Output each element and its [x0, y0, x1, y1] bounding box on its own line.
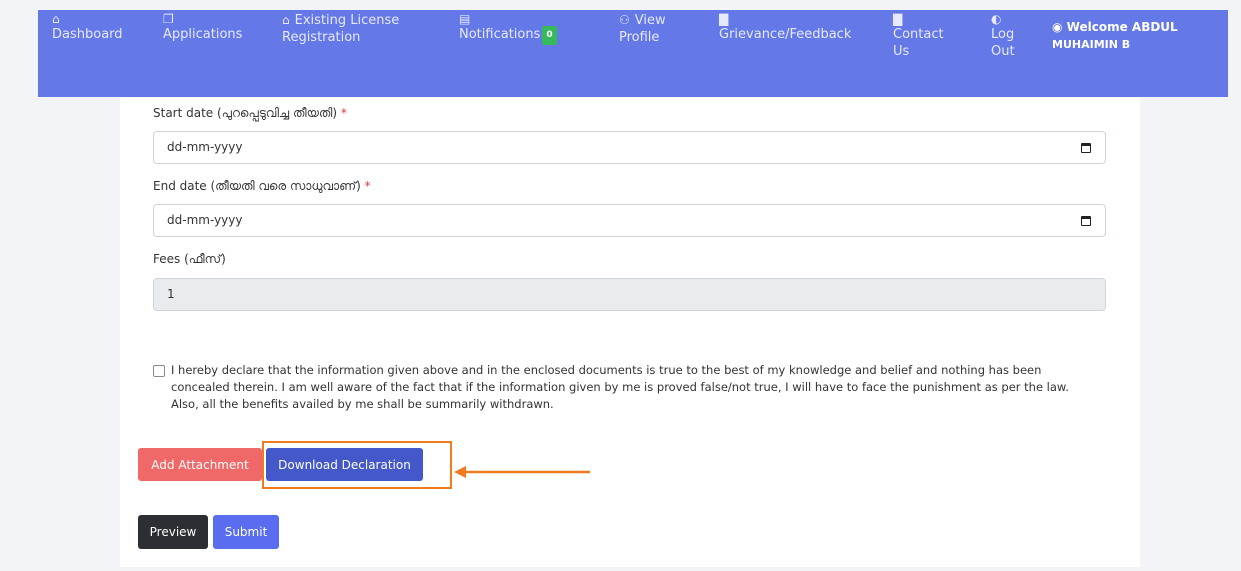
document-icon: ▇ [893, 12, 903, 26]
nav-contact-us[interactable]: ▇ Contact Us [893, 12, 953, 60]
end-date-input[interactable]: dd-mm-yyyy [153, 204, 1106, 237]
submit-button[interactable]: Submit [213, 515, 279, 549]
required-marker: * [364, 179, 371, 193]
start-date-label: Start date (പുറപ്പെടുവിച്ച തീയതി) * [153, 106, 347, 121]
nav-view-profile[interactable]: ⚇ View Profile [619, 12, 679, 46]
add-attachment-button[interactable]: Add Attachment [138, 448, 262, 481]
highlight-box [262, 441, 452, 489]
end-date-placeholder: dd-mm-yyyy [167, 213, 243, 227]
fees-input: 1 [153, 278, 1106, 311]
end-date-label: End date (തീയതി വരെ സാധുവാണ്) * [153, 179, 371, 194]
declaration-checkbox[interactable] [153, 365, 165, 377]
nav-contact-us-label: Contact Us [893, 27, 944, 59]
document-icon: ▇ [719, 12, 729, 26]
home-icon: ⌂ [282, 13, 290, 27]
declaration-text: I hereby declare that the information gi… [171, 363, 1069, 411]
inbox-icon: ▤ [459, 12, 471, 26]
form-card [120, 97, 1140, 567]
nav-applications-label: Applications [163, 27, 243, 42]
notification-count-badge: 0 [542, 26, 557, 45]
fees-value: 1 [167, 287, 175, 301]
nav-notifications[interactable]: ▤ Notifications 0 [459, 12, 557, 45]
welcome-username: MUHAIMIN B [1052, 38, 1131, 51]
fees-label: Fees (ഫീസ്) [153, 252, 226, 266]
home-icon: ⌂ [52, 12, 60, 26]
nav-notifications-label: Notifications [459, 27, 541, 42]
power-icon: ◐ [991, 12, 1002, 26]
welcome-text: Welcome ABDUL [1066, 20, 1178, 34]
annotation-arrow [454, 466, 590, 478]
start-date-label-text: Start date (പുറപ്പെടുവിച്ച തീയതി) [153, 106, 338, 120]
end-date-label-text: End date (തീയതി വരെ സാധുവാണ്) [153, 179, 361, 193]
user-icon: ⚇ [619, 13, 630, 27]
user-circle-icon: ◉ [1052, 20, 1063, 34]
calendar-icon[interactable] [1081, 216, 1091, 226]
start-date-input[interactable]: dd-mm-yyyy [153, 131, 1106, 164]
required-marker: * [340, 106, 347, 120]
nav-applications[interactable]: ❐ Applications [163, 12, 242, 43]
start-date-placeholder: dd-mm-yyyy [167, 140, 243, 154]
calendar-icon[interactable] [1081, 143, 1091, 153]
nav-log-out-label: Log Out [991, 27, 1015, 59]
nav-log-out[interactable]: ◐ Log Out [991, 12, 1027, 60]
nav-grievance[interactable]: ▇ Grievance/Feedback [719, 12, 851, 43]
welcome-user[interactable]: ◉ Welcome ABDUL MUHAIMIN B [1052, 19, 1222, 53]
copy-icon: ❐ [163, 12, 174, 26]
nav-existing-license-label: Existing License Registration [282, 13, 400, 45]
nav-grievance-label: Grievance/Feedback [719, 27, 852, 42]
preview-button[interactable]: Preview [138, 515, 208, 549]
nav-existing-license[interactable]: ⌂ Existing License Registration [282, 12, 422, 46]
nav-dashboard[interactable]: ⌂ Dashboard [52, 12, 123, 43]
nav-dashboard-label: Dashboard [52, 27, 123, 42]
